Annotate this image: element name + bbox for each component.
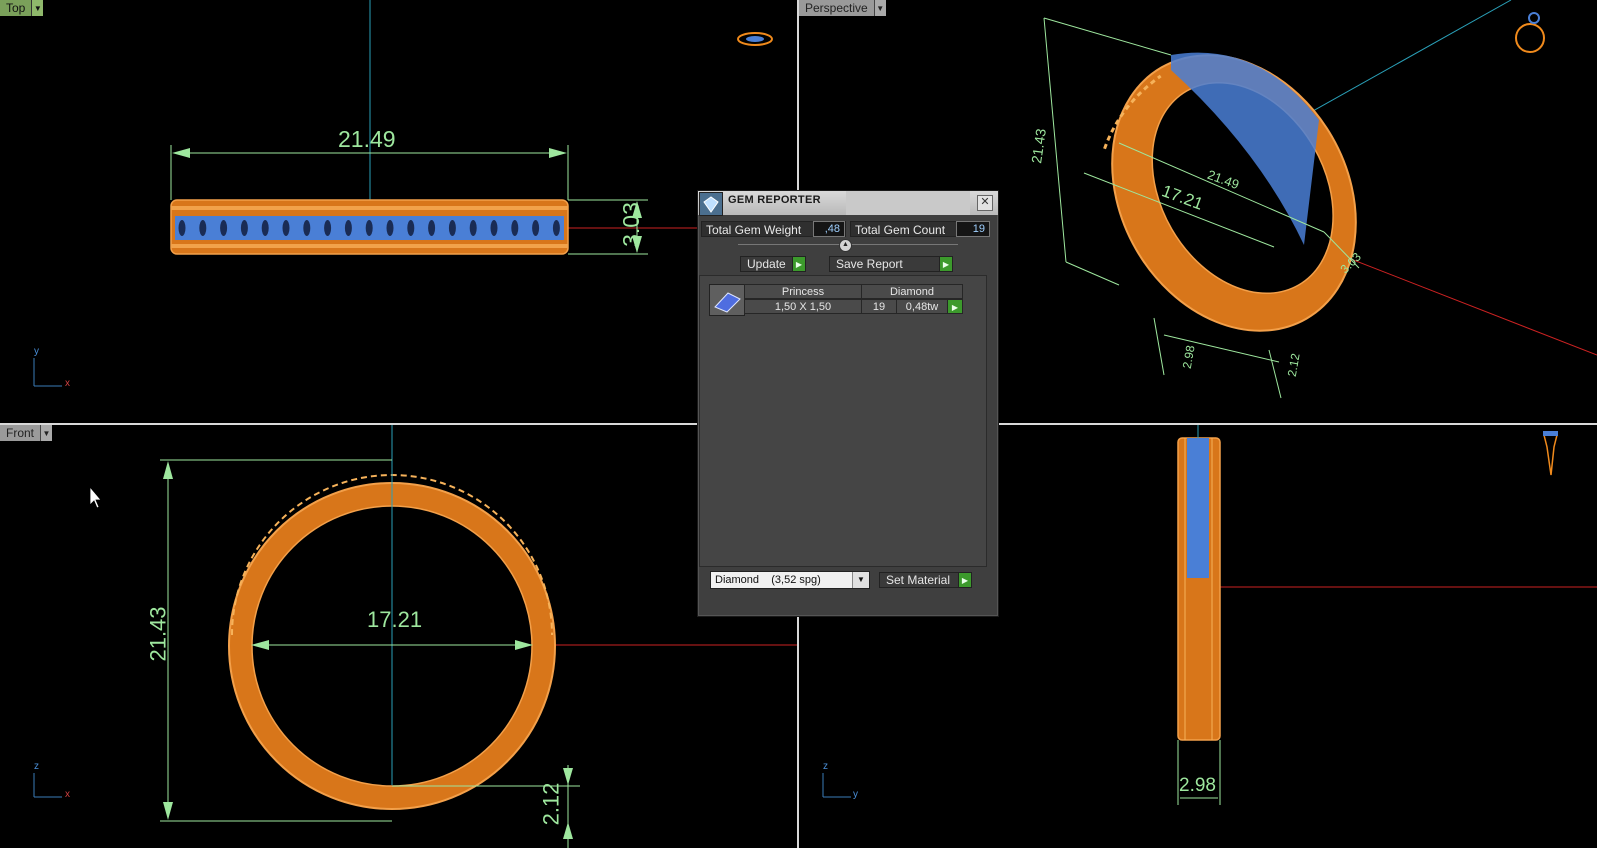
play-icon: ▶ [958, 572, 972, 588]
front-view-canvas [33, 425, 797, 848]
gem-seat [448, 220, 456, 236]
ring-preview-icon [1543, 434, 1558, 476]
mouse-cursor-icon [89, 485, 102, 509]
total-gem-count-value: 19 [956, 221, 990, 237]
chevron-down-icon[interactable]: ▼ [873, 0, 886, 16]
gem-seat [407, 220, 415, 236]
gem-seat [344, 220, 352, 236]
gem-count: 19 [861, 299, 897, 314]
gem-seat [324, 220, 332, 236]
gem-seat [178, 220, 186, 236]
gem-seat [240, 220, 248, 236]
gem-seat [282, 220, 290, 236]
play-icon: ▶ [792, 256, 806, 272]
dim-front-height: 21.43 [145, 606, 171, 662]
update-button[interactable]: Update ▶ [740, 256, 806, 272]
gem-seat [199, 220, 207, 236]
axis-y-label: y [34, 346, 39, 357]
viewport-front[interactable]: 21.43 17.21 2.12 z x Front ▼ [0, 425, 797, 848]
save-report-button[interactable]: Save Report ▶ [829, 256, 953, 272]
viewport-top[interactable]: 21.49 3.03 y x Top ▼ [0, 0, 797, 423]
gem-seat [469, 220, 477, 236]
viewport-label-top[interactable]: Top ▼ [0, 0, 44, 16]
dim-top-length: 21.49 [338, 126, 396, 152]
gem-cut: Princess [744, 284, 862, 299]
gem-seat [511, 220, 519, 236]
axis-y-label: y [853, 789, 858, 800]
princess-gem-icon [709, 284, 745, 316]
chevron-down-icon[interactable]: ▼ [40, 425, 53, 441]
axis-x-label: x [65, 378, 70, 389]
close-icon[interactable]: ✕ [977, 195, 993, 211]
gem-reporter-panel: GEM REPORTER ✕ Total Gem Weight ,48 Tota… [697, 190, 999, 617]
play-icon: ▶ [939, 256, 953, 272]
total-gem-weight-value: ,48 [813, 221, 845, 237]
dim-right-width: 2.98 [1179, 775, 1216, 796]
collapse-icon[interactable]: ▲ [839, 239, 852, 252]
top-view-canvas [33, 0, 797, 387]
gem-seat [365, 220, 373, 236]
chevron-down-icon[interactable]: ▼ [852, 572, 869, 588]
dim-top-height: 3.03 [617, 202, 644, 247]
gem-seat [552, 220, 560, 236]
play-icon[interactable]: ▶ [947, 299, 963, 314]
material-select-value: Diamond (3,52 spg) [715, 574, 821, 586]
gem-seat [490, 220, 498, 236]
update-button-label: Update [747, 257, 786, 271]
gem-seat [261, 220, 269, 236]
viewport-label-front[interactable]: Front ▼ [0, 425, 53, 441]
axis-x-label: x [65, 789, 70, 800]
gem-reporter-title: GEM REPORTER [728, 194, 821, 206]
ring-preview-icon [1515, 23, 1545, 53]
viewport-name: Front [0, 425, 41, 441]
viewport-label-perspective[interactable]: Perspective ▼ [799, 0, 886, 16]
gem-seat [303, 220, 311, 236]
gem-list[interactable]: Princess Diamond 1,50 X 1,50 19 0,48tw ▶ [699, 275, 987, 567]
gem-weight: 0,48tw [896, 299, 948, 314]
gem-channel-side [1187, 438, 1209, 578]
gem-seat [386, 220, 394, 236]
gem-seat [220, 220, 228, 236]
axis-z-label: z [34, 761, 39, 772]
axis-z-label: z [823, 761, 828, 772]
gem-material: Diamond [861, 284, 963, 299]
material-select[interactable]: Diamond (3,52 spg) ▼ [710, 571, 870, 589]
chevron-down-icon[interactable]: ▼ [31, 0, 44, 16]
viewport-name: Top [0, 0, 32, 16]
set-material-button[interactable]: Set Material ▶ [879, 572, 972, 588]
gem-seat [532, 220, 540, 236]
set-material-label: Set Material [886, 573, 951, 587]
gem-size: 1,50 X 1,50 [744, 299, 862, 314]
gem-reporter-titlebar[interactable]: GEM REPORTER ✕ [698, 191, 998, 216]
gem-seat [428, 220, 436, 236]
dim-front-thickness: 2.12 [538, 782, 564, 826]
dim-front-inner: 17.21 [367, 607, 423, 632]
viewport-name: Perspective [799, 0, 874, 16]
save-report-label: Save Report [836, 257, 903, 271]
gem-app-icon [699, 192, 723, 216]
